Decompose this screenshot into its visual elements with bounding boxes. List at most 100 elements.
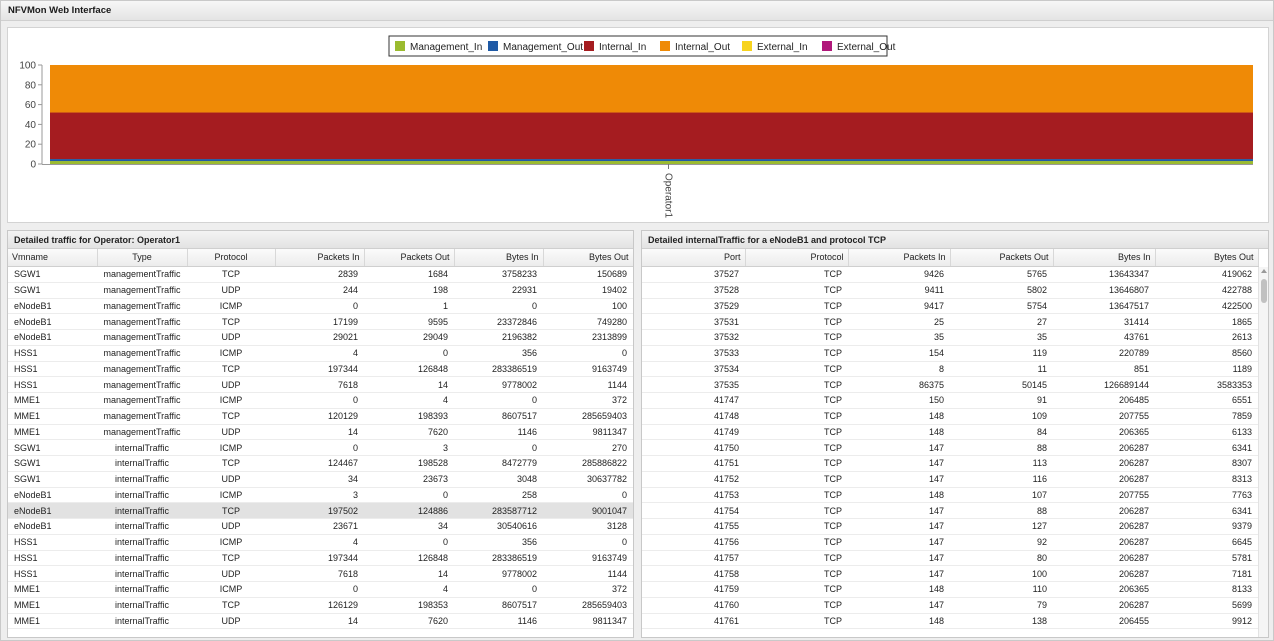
port-table-row[interactable]: 41755 TCP 147 127 206287 9379 xyxy=(642,518,1258,535)
operator-cell-bytes-out: 9163749 xyxy=(543,361,633,378)
port-table-row[interactable]: 41760 TCP 147 79 206287 5699 xyxy=(642,597,1258,614)
port-cell-packets-in: 147 xyxy=(848,439,950,456)
operator-table-row[interactable]: eNodeB1 internalTraffic UDP 23671 34 30540616… xyxy=(8,518,633,535)
operator-cell-vmname: eNodeB1 xyxy=(8,298,97,315)
port-table-row[interactable]: 37527 TCP 9426 5765 13643347 419062 xyxy=(642,266,1258,283)
operator-cell-packets-out: 4 xyxy=(364,392,454,409)
operator-table-row[interactable]: HSS1 internalTraffic ICMP 4 0 356 0 xyxy=(8,534,633,551)
port-table-row[interactable]: 41747 TCP 150 91 206485 6551 xyxy=(642,392,1258,409)
port-header-bytes-in[interactable]: Bytes In xyxy=(1053,249,1156,267)
port-table-row[interactable]: 37533 TCP 154 119 220789 8560 xyxy=(642,345,1258,362)
port-traffic-scrollbar[interactable] xyxy=(1258,267,1268,637)
operator-table-row[interactable]: SGW1 internalTraffic TCP 124467 198528 847277… xyxy=(8,455,633,472)
port-cell-protocol: TCP xyxy=(745,455,848,472)
port-cell-port: 41751 xyxy=(642,455,745,472)
x-tick-label: Operator1 xyxy=(663,173,674,218)
port-table-row[interactable]: 41748 TCP 148 109 207755 7859 xyxy=(642,408,1258,425)
operator-table-row[interactable]: MME1 managementTraffic TCP 120129 198393 8607… xyxy=(8,408,633,425)
operator-table-row[interactable]: SGW1 internalTraffic UDP 34 23673 3048 3063778… xyxy=(8,471,633,488)
port-table-row[interactable]: 41758 TCP 147 100 206287 7181 xyxy=(642,565,1258,582)
port-cell-bytes-in: 207755 xyxy=(1053,408,1155,425)
operator-table-row[interactable]: eNodeB1 managementTraffic TCP 17199 9595 2337… xyxy=(8,313,633,330)
operator-cell-bytes-out: 9001047 xyxy=(543,502,633,519)
port-header-protocol[interactable]: Protocol xyxy=(745,249,849,267)
operator-table-row[interactable]: MME1 managementTraffic ICMP 0 4 0 372 xyxy=(8,392,633,409)
scroll-thumb[interactable] xyxy=(1261,279,1267,303)
operator-cell-packets-in: 34 xyxy=(275,471,364,488)
operator-table-row[interactable]: MME1 managementTraffic UDP 14 7620 1146 981134… xyxy=(8,424,633,441)
port-table-row[interactable]: 41751 TCP 147 113 206287 8307 xyxy=(642,455,1258,472)
operator-traffic-body[interactable]: SGW1 managementTraffic TCP 2839 1684 3758233 1… xyxy=(8,266,633,637)
operator-cell-bytes-out: 1144 xyxy=(543,376,633,393)
port-table-row[interactable]: 41754 TCP 147 88 206287 6341 xyxy=(642,502,1258,519)
operator-cell-bytes-out: 9811347 xyxy=(543,613,633,630)
operator-cell-packets-out: 198353 xyxy=(364,597,454,614)
operator-cell-vmname: SGW1 xyxy=(8,266,97,283)
bar-segment-management-in xyxy=(50,161,1253,164)
y-tick-label: 20 xyxy=(25,140,37,151)
port-header-port[interactable]: Port xyxy=(642,249,746,267)
operator-cell-protocol: ICMP xyxy=(187,345,275,362)
operator-cell-vmname: MME1 xyxy=(8,408,97,425)
operator-table-row[interactable]: eNodeB1 managementTraffic ICMP 0 1 0 100 xyxy=(8,298,633,315)
port-table-row[interactable]: 41752 TCP 147 116 206287 8313 xyxy=(642,471,1258,488)
operator-header-bytes-out[interactable]: Bytes Out xyxy=(543,249,633,267)
operator-table-row[interactable]: SGW1 managementTraffic UDP 244 198 22931 19402 xyxy=(8,282,633,299)
port-cell-port: 41756 xyxy=(642,534,745,551)
port-cell-bytes-out: 9379 xyxy=(1155,518,1258,535)
port-table-row[interactable]: 41753 TCP 148 107 207755 7763 xyxy=(642,487,1258,504)
port-header-bytes-out[interactable]: Bytes Out xyxy=(1155,249,1259,267)
port-table-row[interactable]: 37535 TCP 86375 50145 126689144 3583353 xyxy=(642,376,1258,393)
operator-table-row[interactable]: eNodeB1 internalTraffic TCP 197502 124886 283… xyxy=(8,502,633,519)
operator-header-protocol[interactable]: Protocol xyxy=(187,249,276,267)
operator-cell-bytes-in: 2196382 xyxy=(454,329,543,346)
operator-header-packets-in[interactable]: Packets In xyxy=(275,249,365,267)
port-cell-bytes-in: 220789 xyxy=(1053,345,1155,362)
port-table-row[interactable]: 37532 TCP 35 35 43761 2613 xyxy=(642,329,1258,346)
scroll-up-arrow-icon[interactable] xyxy=(1261,269,1267,273)
port-header-packets-in[interactable]: Packets In xyxy=(848,249,951,267)
operator-header-packets-out[interactable]: Packets Out xyxy=(364,249,455,267)
port-cell-bytes-out: 1189 xyxy=(1155,361,1258,378)
port-table-row[interactable]: 37529 TCP 9417 5754 13647517 422500 xyxy=(642,298,1258,315)
port-table-row[interactable]: 41761 TCP 148 138 206455 9912 xyxy=(642,613,1258,630)
operator-table-row[interactable]: eNodeB1 internalTraffic ICMP 3 0 258 0 xyxy=(8,487,633,504)
port-table-row[interactable]: 41756 TCP 147 92 206287 6645 xyxy=(642,534,1258,551)
operator-table-row[interactable]: MME1 internalTraffic TCP 126129 198353 860751… xyxy=(8,597,633,614)
legend-swatch xyxy=(660,41,670,51)
bar-segment-internal-in xyxy=(50,112,1253,160)
operator-cell-packets-in: 14 xyxy=(275,424,364,441)
port-table-row[interactable]: 37531 TCP 25 27 31414 1865 xyxy=(642,313,1258,330)
port-table-row[interactable]: 41750 TCP 147 88 206287 6341 xyxy=(642,439,1258,456)
operator-cell-packets-in: 17199 xyxy=(275,313,364,330)
port-cell-packets-in: 25 xyxy=(848,313,950,330)
operator-header-type[interactable]: Type xyxy=(97,249,188,267)
port-traffic-body[interactable]: 37527 TCP 9426 5765 13643347 419062 37528 TCP 94… xyxy=(642,266,1268,637)
port-header-packets-out[interactable]: Packets Out xyxy=(950,249,1054,267)
operator-cell-vmname: HSS1 xyxy=(8,534,97,551)
operator-cell-packets-in: 0 xyxy=(275,298,364,315)
operator-table-row[interactable]: SGW1 internalTraffic ICMP 0 3 0 270 xyxy=(8,439,633,456)
operator-header-bytes-in[interactable]: Bytes In xyxy=(454,249,544,267)
port-traffic-table: Port Protocol Packets In Packets Out Bytes I… xyxy=(642,249,1259,267)
port-table-row[interactable]: 41759 TCP 148 110 206365 8133 xyxy=(642,581,1258,598)
port-table-row[interactable]: 41749 TCP 148 84 206365 6133 xyxy=(642,424,1258,441)
port-table-row[interactable]: 41757 TCP 147 80 206287 5781 xyxy=(642,550,1258,567)
operator-table-row[interactable]: HSS1 managementTraffic ICMP 4 0 356 0 xyxy=(8,345,633,362)
port-cell-port: 37534 xyxy=(642,361,745,378)
operator-cell-bytes-out: 285659403 xyxy=(543,597,633,614)
operator-cell-bytes-in: 283587712 xyxy=(454,502,543,519)
legend-label: Internal_Out xyxy=(675,42,730,53)
port-table-row[interactable]: 37528 TCP 9411 5802 13646807 422788 xyxy=(642,282,1258,299)
port-table-row[interactable]: 37534 TCP 8 11 851 1189 xyxy=(642,361,1258,378)
operator-table-row[interactable]: MME1 internalTraffic ICMP 0 4 0 372 xyxy=(8,581,633,598)
operator-table-row[interactable]: HSS1 managementTraffic UDP 7618 14 9778002 114… xyxy=(8,376,633,393)
operator-header-vmname[interactable]: Vmname xyxy=(8,249,98,267)
operator-table-row[interactable]: MME1 internalTraffic UDP 14 7620 1146 9811347 xyxy=(8,613,633,630)
operator-table-row[interactable]: eNodeB1 managementTraffic UDP 29021 29049 219… xyxy=(8,329,633,346)
operator-table-row[interactable]: HSS1 internalTraffic TCP 197344 126848 283386… xyxy=(8,550,633,567)
operator-table-row[interactable]: HSS1 managementTraffic TCP 197344 126848 2833… xyxy=(8,361,633,378)
operator-table-row[interactable]: SGW1 managementTraffic TCP 2839 1684 3758233 1… xyxy=(8,266,633,283)
operator-cell-vmname: HSS1 xyxy=(8,361,97,378)
operator-table-row[interactable]: HSS1 internalTraffic UDP 7618 14 9778002 1144 xyxy=(8,565,633,582)
